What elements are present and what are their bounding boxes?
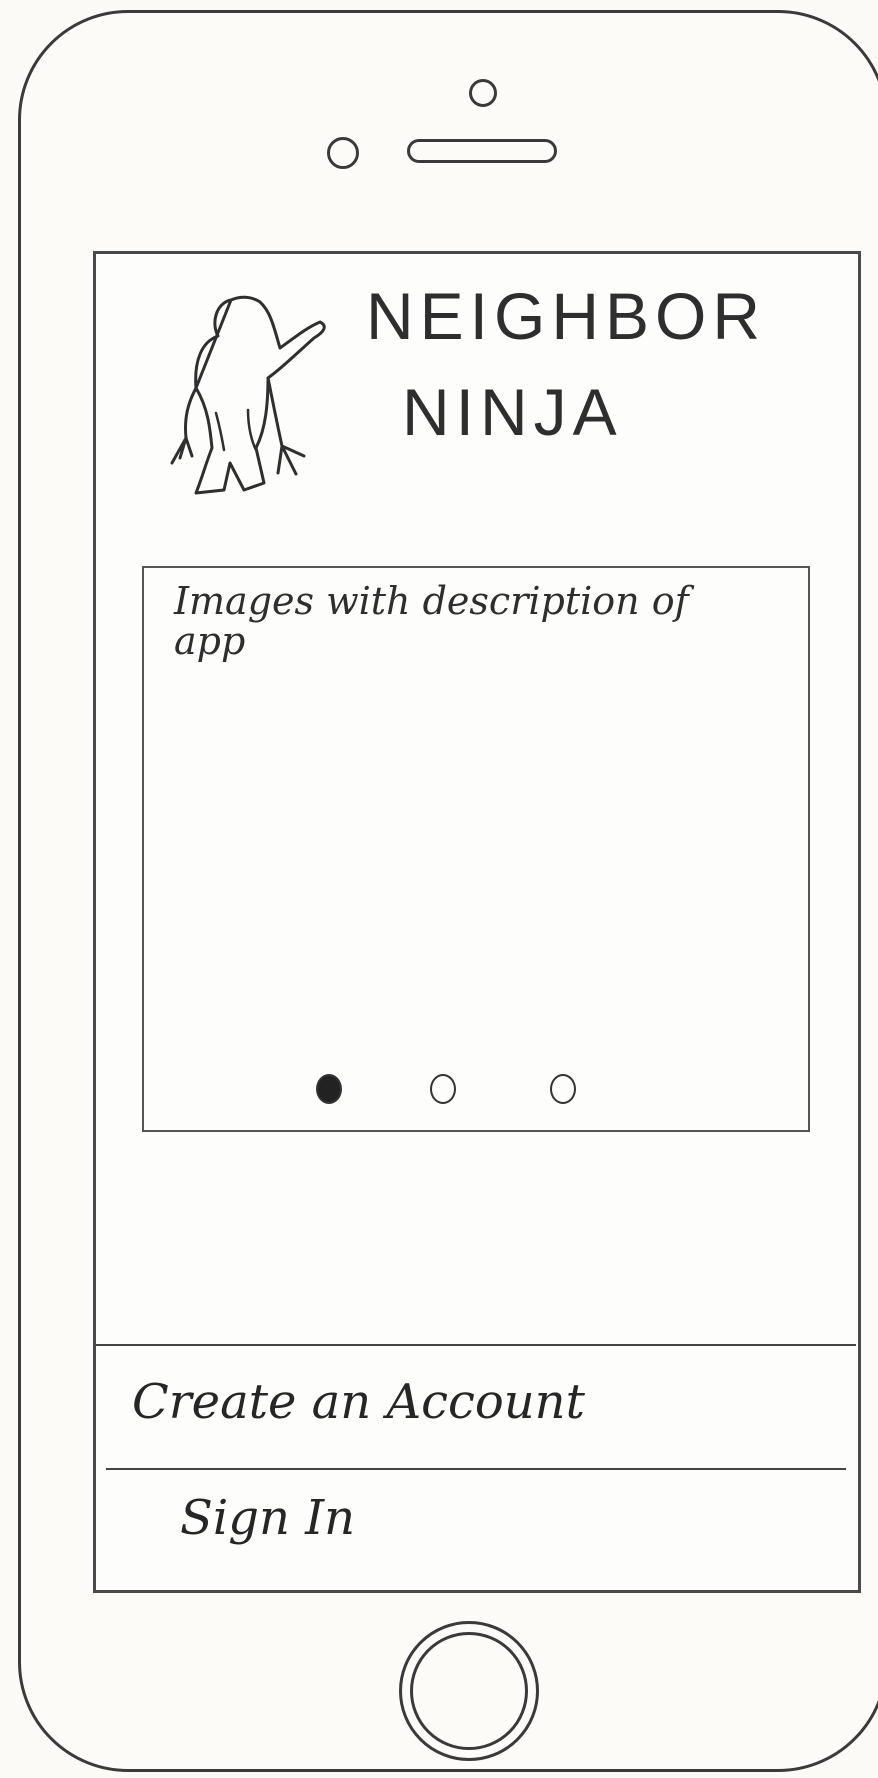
app-title-line-1: NEIGHBOR [366, 279, 767, 353]
pagination-dot-3[interactable] [550, 1074, 576, 1104]
proximity-sensor [327, 137, 359, 169]
home-button[interactable] [399, 1621, 539, 1761]
app-screen: NEIGHBOR NINJA Images with description o… [93, 251, 861, 1593]
earpiece-speaker [407, 139, 557, 163]
carousel-pagination [316, 1074, 596, 1114]
ninja-icon [170, 295, 326, 495]
sign-in-button[interactable]: Sign In [180, 1490, 355, 1546]
front-camera [469, 79, 497, 107]
pagination-dot-1[interactable] [316, 1074, 342, 1104]
app-title-line-2: NINJA [402, 375, 623, 449]
create-account-button[interactable]: Create an Account [132, 1374, 585, 1430]
home-button-ring [410, 1632, 528, 1750]
carousel-caption: Images with description of app [174, 579, 689, 663]
phone-frame: NEIGHBOR NINJA Images with description o… [18, 10, 878, 1772]
divider-top [96, 1344, 856, 1346]
pagination-dot-2[interactable] [430, 1074, 456, 1104]
divider-middle [106, 1468, 846, 1470]
onboarding-carousel[interactable]: Images with description of app [142, 566, 810, 1132]
